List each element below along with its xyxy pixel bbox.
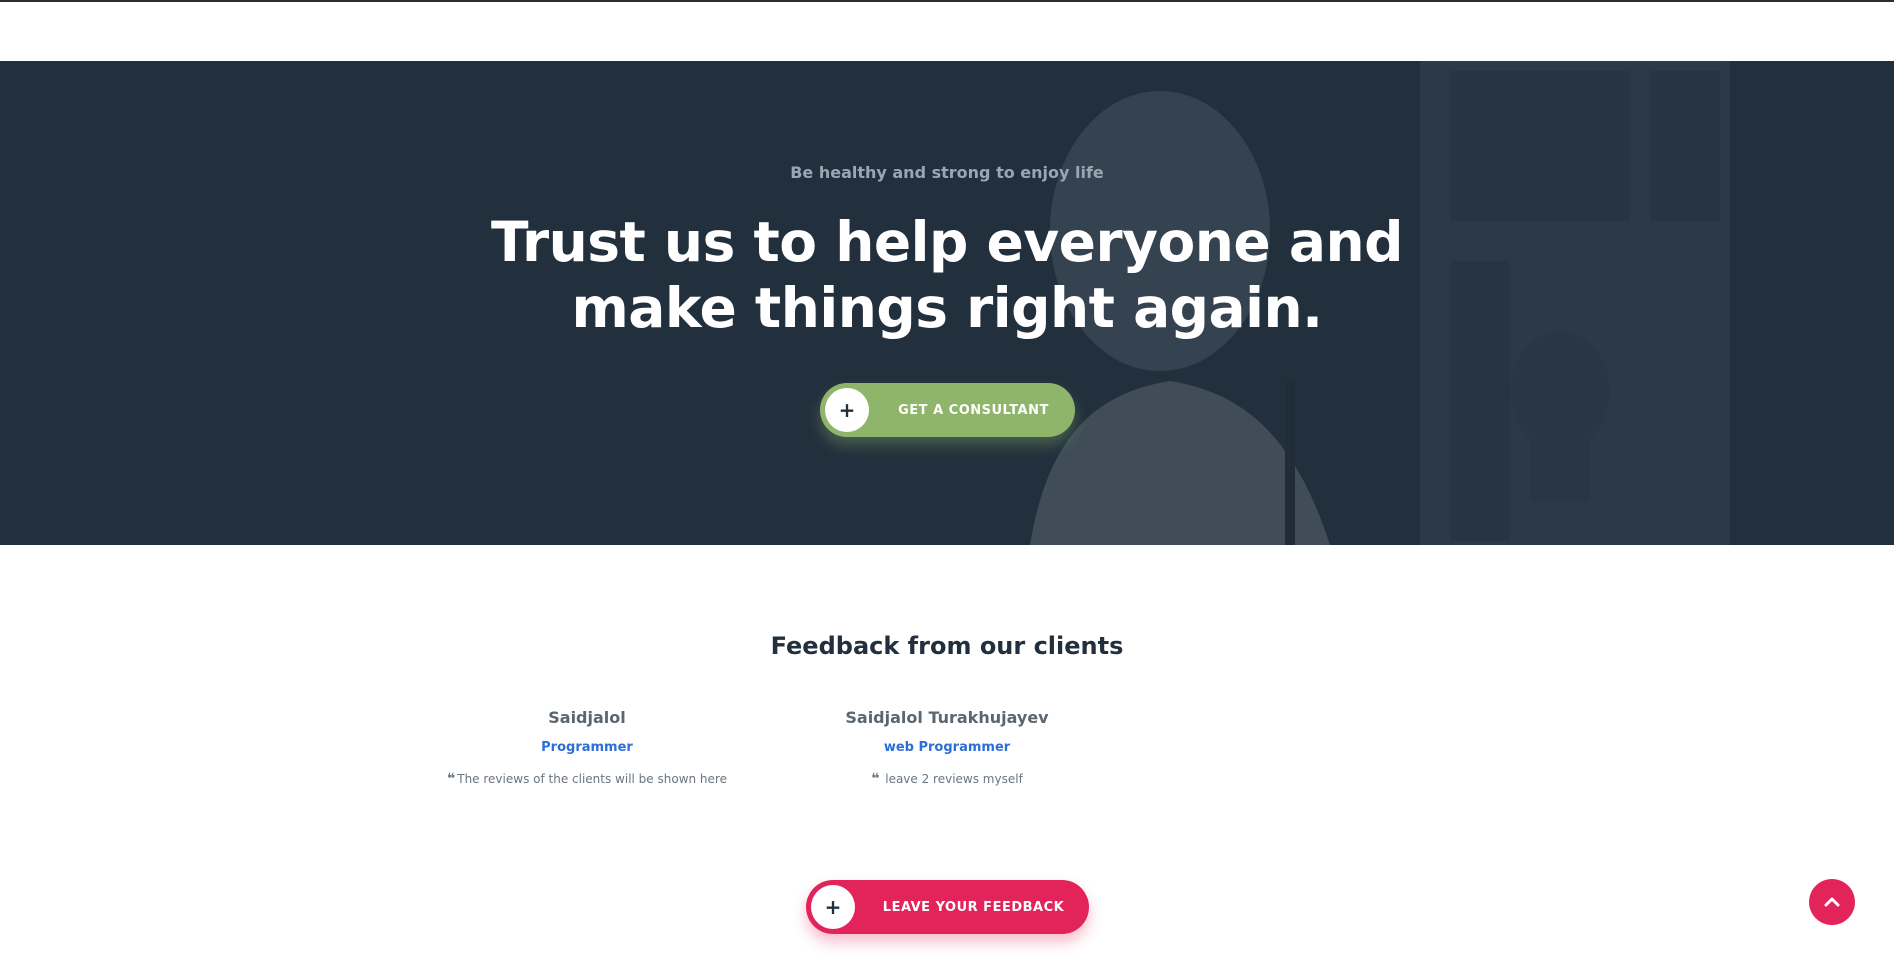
reviewer-name: Saidjalol bbox=[548, 708, 626, 727]
hero-title: Trust us to help everyone and make thing… bbox=[0, 209, 1894, 341]
hero-section: Be healthy and strong to enjoy life Trus… bbox=[0, 61, 1894, 545]
review-text-row: ❝ The reviews of the clients will be show… bbox=[427, 771, 747, 787]
get-consultant-label: GET A CONSULTANT bbox=[898, 402, 1049, 418]
scroll-to-top-button[interactable] bbox=[1809, 879, 1855, 925]
leave-feedback-label: LEAVE YOUR FEEDBACK bbox=[882, 899, 1065, 915]
reviewer-name: Saidjalol Turakhujayev bbox=[845, 708, 1049, 727]
hero-content: Be healthy and strong to enjoy life Trus… bbox=[0, 61, 1894, 545]
review-card: Saidjalol Turakhujayev web Programmer ❝ … bbox=[787, 708, 1107, 787]
review-text: leave 2 reviews myself bbox=[881, 772, 1023, 786]
get-consultant-button[interactable]: + GET A CONSULTANT bbox=[820, 383, 1075, 437]
leave-feedback-button[interactable]: + LEAVE YOUR FEEDBACK bbox=[806, 880, 1089, 934]
quote-left-icon: ❝ bbox=[871, 771, 880, 787]
review-text-row: ❝ leave 2 reviews myself bbox=[787, 771, 1107, 787]
reviewer-role: web Programmer bbox=[883, 740, 1011, 755]
hero-title-line-1: Trust us to help everyone and bbox=[491, 210, 1404, 274]
plus-icon: + bbox=[825, 388, 869, 432]
plus-icon: + bbox=[811, 885, 855, 929]
reviewer-role: Programmer bbox=[541, 740, 633, 755]
chevron-up-icon bbox=[1824, 897, 1840, 907]
feedback-section-title: Feedback from our clients bbox=[770, 632, 1124, 660]
review-text: The reviews of the clients will be shown… bbox=[457, 772, 727, 786]
review-card: Saidjalol Programmer ❝ The reviews of the… bbox=[427, 708, 747, 787]
hero-tagline: Be healthy and strong to enjoy life bbox=[790, 163, 1104, 182]
quote-left-icon: ❝ bbox=[447, 771, 456, 787]
hero-title-line-2: make things right again. bbox=[571, 276, 1323, 340]
top-divider bbox=[0, 0, 1894, 2]
